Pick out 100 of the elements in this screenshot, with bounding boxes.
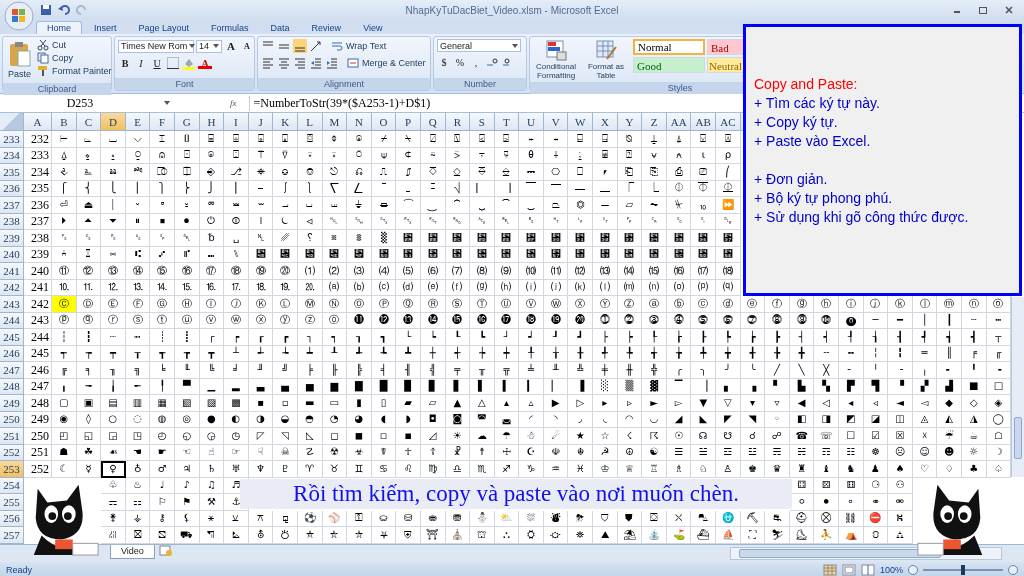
number-format-dropdown[interactable]: General xyxy=(437,39,521,52)
font-family-dropdown[interactable]: Times New Rom xyxy=(118,39,194,53)
select-all-corner[interactable] xyxy=(0,113,24,131)
row-header[interactable]: 245 xyxy=(0,329,24,346)
redo-icon[interactable] xyxy=(76,4,88,16)
zoom-slider-thumb[interactable] xyxy=(961,564,965,575)
ribbon-tab[interactable]: Insert xyxy=(84,21,127,34)
caret-icon[interactable] xyxy=(512,43,518,48)
row-header[interactable]: 249 xyxy=(0,395,24,412)
font-size-dropdown[interactable]: 14 xyxy=(196,39,222,53)
page-layout-view-icon[interactable] xyxy=(841,563,856,576)
ribbon-tab[interactable]: Data xyxy=(260,21,300,34)
column-header[interactable]: C xyxy=(76,113,102,131)
row-header[interactable]: 247 xyxy=(0,362,24,379)
ribbon-tab[interactable]: View xyxy=(353,21,393,34)
copy-button[interactable]: Copy xyxy=(37,52,112,64)
ribbon-tab[interactable]: Formulas xyxy=(201,21,259,34)
close-icon[interactable] xyxy=(1004,5,1014,15)
zoom-in-icon[interactable] xyxy=(1008,564,1018,575)
grow-font-button[interactable]: A xyxy=(224,39,238,53)
format-painter-button[interactable]: Format Painter xyxy=(37,65,112,77)
font-color-button[interactable]: A xyxy=(198,57,212,69)
row-header[interactable]: 257 xyxy=(0,527,24,544)
cut-button[interactable]: Cut xyxy=(37,39,112,51)
ribbon-tab[interactable]: Page Layout xyxy=(128,21,200,34)
align-left-icon[interactable] xyxy=(261,56,275,70)
ribbon-tab[interactable]: Review xyxy=(301,21,352,34)
caret-icon[interactable] xyxy=(213,44,219,48)
currency-button[interactable]: $ xyxy=(437,55,451,69)
orientation-icon[interactable] xyxy=(309,39,323,53)
percent-button[interactable]: % xyxy=(453,55,467,69)
column-header[interactable]: A xyxy=(24,113,52,131)
column-header[interactable]: J xyxy=(248,113,274,131)
caret-icon[interactable] xyxy=(189,44,196,48)
column-header[interactable]: G xyxy=(174,113,200,131)
comma-button[interactable]: , xyxy=(469,55,483,69)
insert-sheet-icon[interactable] xyxy=(158,544,173,557)
row-header[interactable]: 253 xyxy=(0,461,24,478)
column-header[interactable]: M xyxy=(322,113,348,131)
row-header[interactable]: 239 xyxy=(0,230,24,247)
table-cell: ☓ xyxy=(912,428,938,445)
shrink-font-button[interactable]: A xyxy=(240,39,254,53)
conditional-formatting-button[interactable]: Conditional Formatting xyxy=(533,39,579,80)
cell-style-swatch[interactable]: Good xyxy=(633,57,705,73)
column-header[interactable]: D xyxy=(101,113,126,131)
sheet-tab[interactable]: Video xyxy=(110,544,155,559)
vertical-scrollbar[interactable] xyxy=(1011,297,1024,477)
column-header[interactable]: B xyxy=(52,113,77,131)
borders-icon[interactable] xyxy=(166,56,180,70)
column-header[interactable]: S xyxy=(470,113,495,131)
normal-view-icon[interactable] xyxy=(822,563,837,576)
name-box[interactable]: D253 xyxy=(0,95,160,111)
restore-icon[interactable] xyxy=(978,5,988,15)
italic-button[interactable]: I xyxy=(134,56,148,70)
insert-function-button[interactable]: fx xyxy=(174,98,245,108)
row-header[interactable]: 233 xyxy=(0,131,24,148)
caret-icon[interactable] xyxy=(164,101,170,105)
row-header[interactable]: 241 xyxy=(0,263,24,280)
column-header[interactable]: Z xyxy=(642,113,667,131)
table-cell: ╪ xyxy=(593,362,618,379)
zoom-out-icon[interactable] xyxy=(908,564,918,575)
column-header[interactable]: AB xyxy=(691,113,717,131)
column-header[interactable]: Q xyxy=(420,113,446,131)
column-header[interactable]: I xyxy=(224,113,249,131)
undo-icon[interactable] xyxy=(58,4,70,16)
underline-button[interactable]: U xyxy=(150,56,164,70)
row-header[interactable]: 251 xyxy=(0,428,24,445)
paste-button[interactable]: Paste xyxy=(6,39,33,81)
column-header[interactable]: H xyxy=(199,113,225,131)
column-header[interactable]: P xyxy=(396,113,421,131)
column-header[interactable]: X xyxy=(593,113,618,131)
row-header[interactable]: 235 xyxy=(0,164,24,181)
increase-decimal-icon[interactable] xyxy=(485,55,499,69)
formula-field[interactable]: =NumberToStr(39*($A253-1)+D$1) xyxy=(248,95,431,111)
column-header[interactable]: AC xyxy=(716,113,741,131)
merge-center-button[interactable]: Merge & Center xyxy=(347,57,426,69)
row-header[interactable]: 255 xyxy=(0,494,24,511)
wrap-text-button[interactable]: Wrap Text xyxy=(331,40,387,52)
column-header[interactable]: V xyxy=(543,113,569,131)
format-as-table-button[interactable]: Format as Table xyxy=(583,39,629,80)
column-header[interactable]: W xyxy=(568,113,594,131)
column-header[interactable]: U xyxy=(519,113,544,131)
column-header[interactable]: E xyxy=(125,113,151,131)
bold-button[interactable]: B xyxy=(118,56,132,70)
row-header[interactable]: 243 xyxy=(0,296,24,313)
page-break-view-icon[interactable] xyxy=(860,563,875,576)
align-center-icon[interactable] xyxy=(277,56,291,70)
column-header[interactable]: AA xyxy=(666,113,692,131)
ribbon-tab[interactable]: Home xyxy=(36,21,82,34)
column-header[interactable]: T xyxy=(494,113,520,131)
column-header[interactable]: Y xyxy=(617,113,643,131)
column-header[interactable]: N xyxy=(347,113,372,131)
column-header[interactable]: O xyxy=(371,113,397,131)
column-header[interactable]: K xyxy=(273,113,298,131)
column-header[interactable]: L xyxy=(297,113,323,131)
column-header[interactable]: F xyxy=(150,113,175,131)
cell-style-swatch[interactable]: Normal xyxy=(633,39,705,55)
column-header[interactable]: R xyxy=(445,113,471,131)
row-header[interactable]: 237 xyxy=(0,197,24,214)
save-icon[interactable] xyxy=(40,4,52,16)
